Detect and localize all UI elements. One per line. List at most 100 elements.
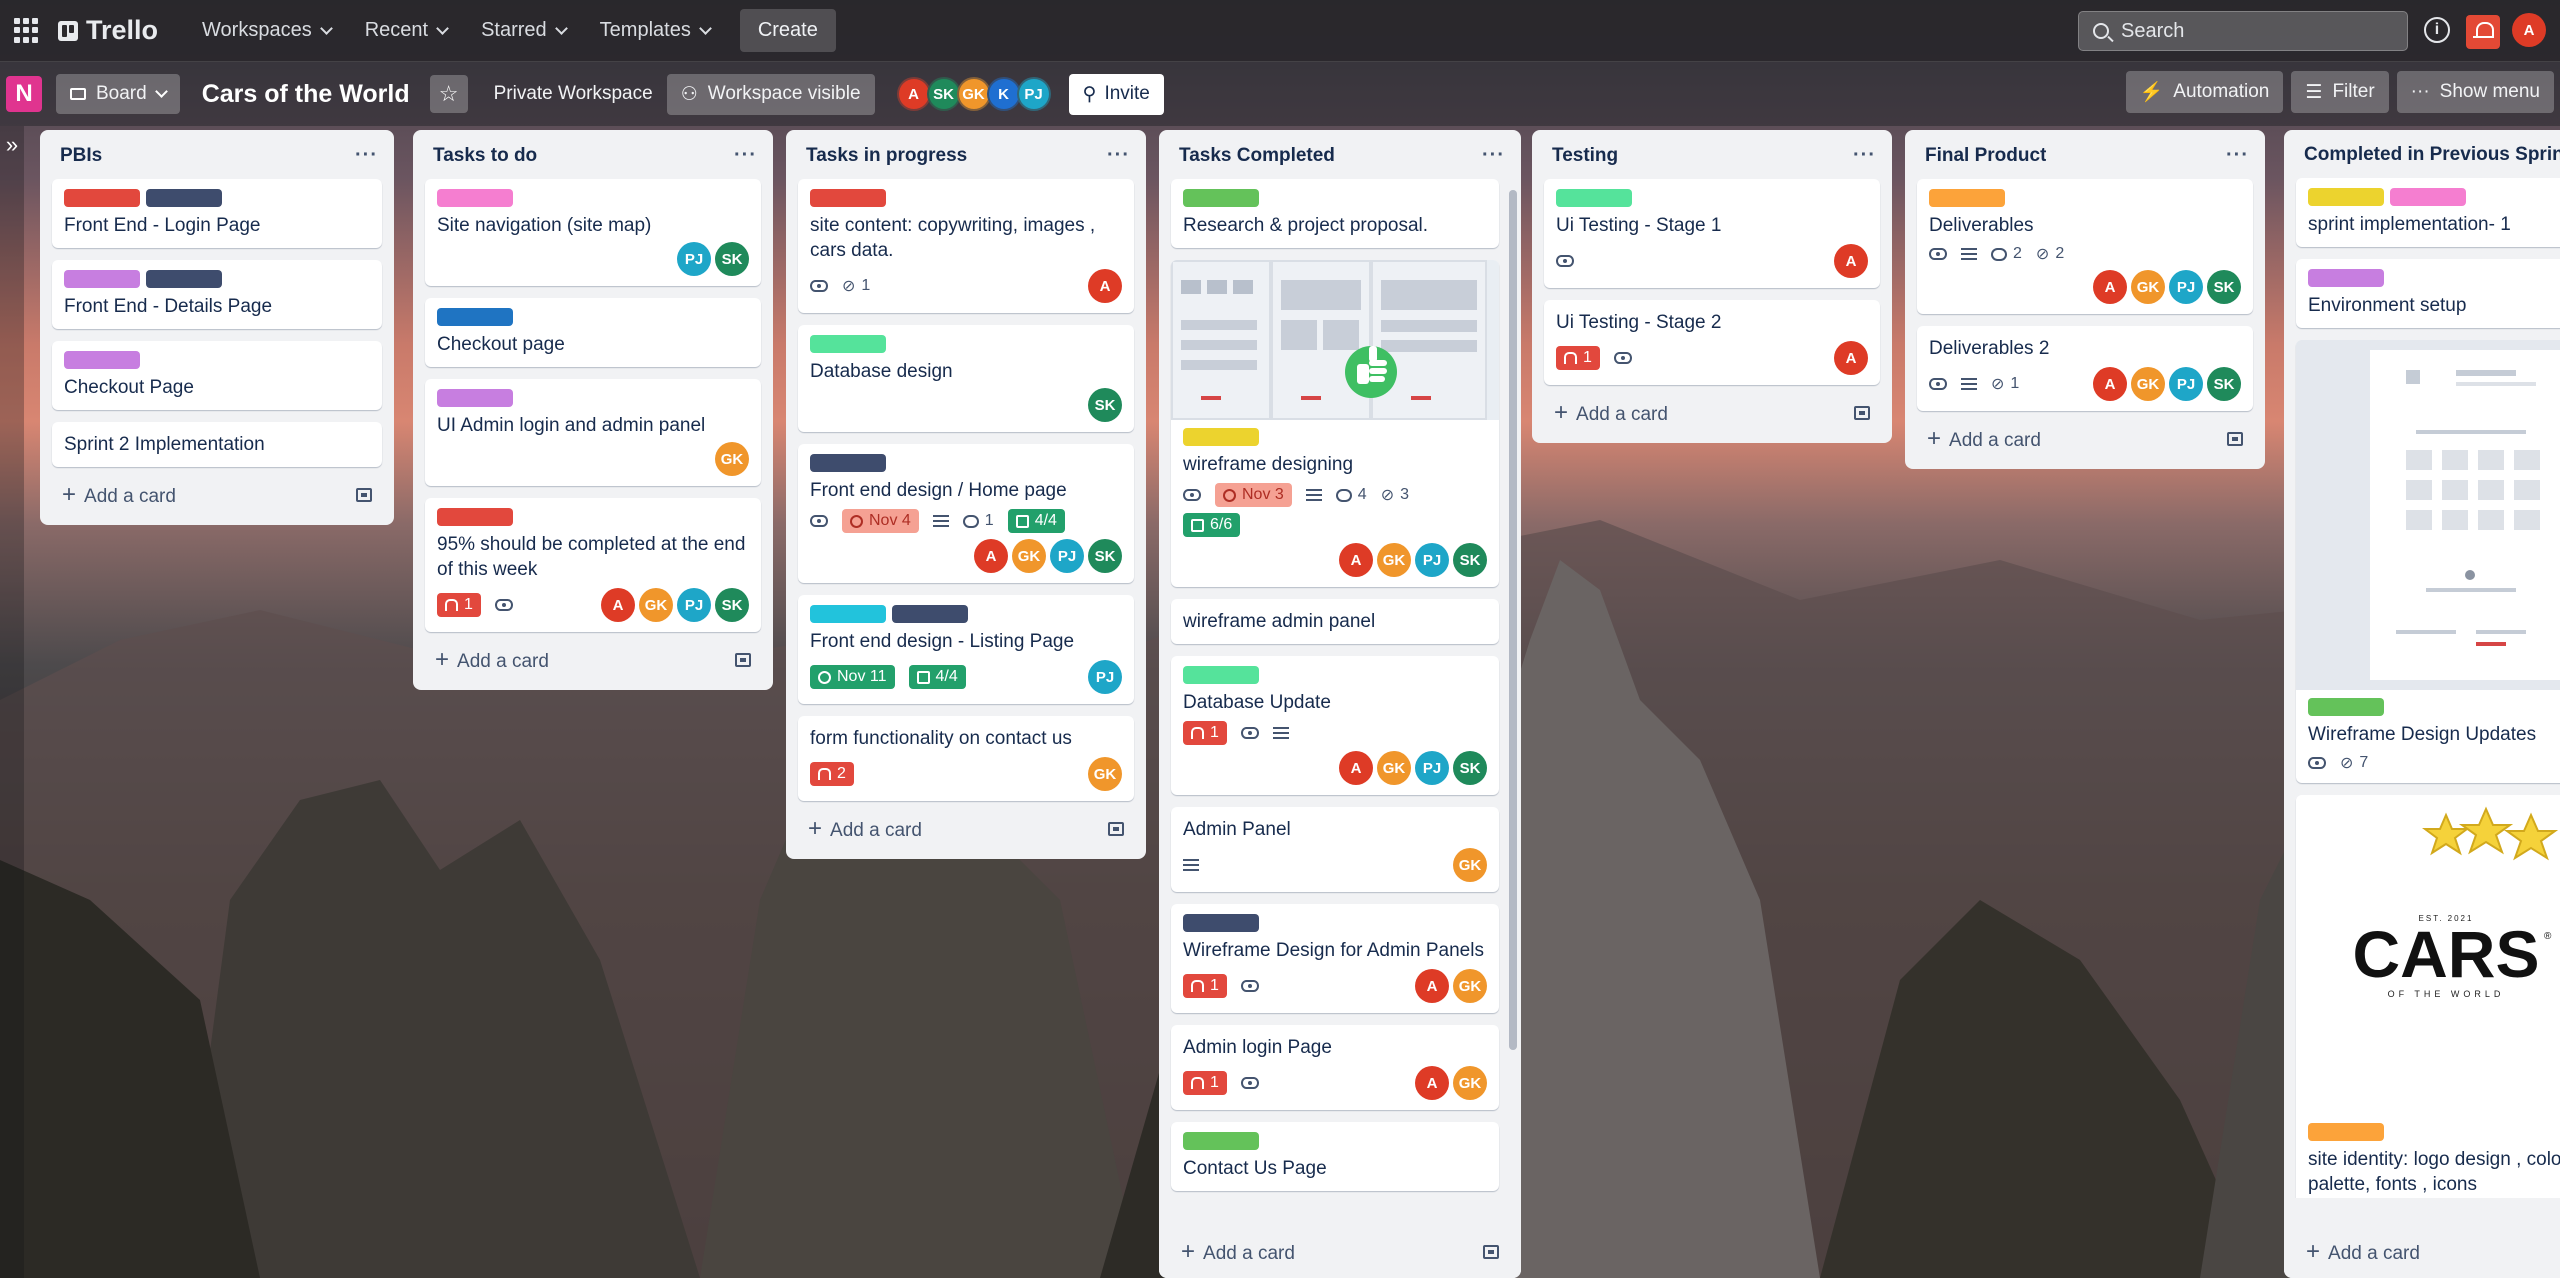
card-label[interactable] — [1183, 189, 1259, 207]
card-template-icon[interactable] — [1108, 822, 1124, 836]
member-avatar[interactable]: GK — [2131, 367, 2165, 401]
list-title[interactable]: Tasks in progress — [806, 145, 967, 167]
list-title[interactable]: PBIs — [60, 145, 102, 167]
card-label[interactable] — [810, 454, 886, 472]
list-menu-icon[interactable]: ··· — [355, 144, 378, 167]
card-label[interactable] — [1556, 189, 1632, 207]
card[interactable]: 95% should be completed at the end of th… — [425, 498, 761, 632]
card-template-icon[interactable] — [356, 488, 372, 502]
card-label[interactable] — [1183, 666, 1259, 684]
member-avatar[interactable]: PJ — [1415, 751, 1449, 785]
card[interactable]: Front end design - Listing Page Nov 11 4/… — [798, 595, 1134, 704]
card[interactable]: Deliverables 2 ⊘ 1 A GK PJ SK — [1917, 326, 2253, 411]
card-label[interactable] — [2308, 698, 2384, 716]
member-avatar[interactable]: A — [601, 588, 635, 622]
member-avatar[interactable]: GK — [715, 442, 749, 476]
list-menu-icon[interactable]: ··· — [1107, 144, 1130, 167]
card[interactable]: Research & project proposal. — [1171, 179, 1499, 248]
list-title[interactable]: Final Product — [1925, 145, 2046, 167]
card-label[interactable] — [1183, 1132, 1259, 1150]
member-avatar[interactable]: A — [974, 539, 1008, 573]
member-avatar[interactable]: A — [1339, 543, 1373, 577]
nav-templates-menu[interactable]: Templates — [586, 9, 724, 52]
board-view-switcher[interactable]: Board — [56, 74, 180, 114]
member-avatar[interactable]: PJ — [677, 242, 711, 276]
member-avatar[interactable]: PJ — [1050, 539, 1084, 573]
member-avatar[interactable]: A — [1415, 969, 1449, 1003]
member-avatar[interactable]: GK — [639, 588, 673, 622]
member-avatar[interactable]: A — [1415, 1066, 1449, 1100]
card[interactable]: Ui Testing - Stage 2 1 A — [1544, 300, 1880, 385]
card-label[interactable] — [437, 389, 513, 407]
filter-button[interactable]: ☰ Filter — [2291, 71, 2389, 113]
member-avatar[interactable]: SK — [926, 77, 961, 111]
card[interactable]: sprint implementation- 1 — [2296, 178, 2560, 247]
card-label[interactable] — [146, 270, 222, 288]
info-icon[interactable]: i — [2424, 17, 2450, 43]
card[interactable]: Deliverables 2 ⊘ 2 A GK PJ SK — [1917, 179, 2253, 314]
card[interactable]: Ui Testing - Stage 1 A — [1544, 179, 1880, 288]
automation-button[interactable]: ⚡ Automation — [2125, 71, 2284, 113]
card[interactable]: EST. 2021 CARS ® OF THE WORLD site ident… — [2296, 795, 2560, 1198]
member-avatar[interactable]: GK — [2131, 270, 2165, 304]
member-avatar[interactable]: SK — [715, 242, 749, 276]
member-avatar[interactable]: SK — [2207, 270, 2241, 304]
due-date-badge[interactable]: Nov 11 — [810, 665, 895, 689]
member-avatar[interactable]: PJ — [1088, 660, 1122, 694]
card[interactable]: Checkout Page — [52, 341, 382, 410]
member-avatar[interactable]: GK — [1453, 848, 1487, 882]
account-avatar[interactable]: A — [2512, 13, 2546, 47]
member-avatar[interactable]: GK — [1088, 757, 1122, 791]
member-avatar[interactable]: A — [1088, 269, 1122, 303]
member-avatar[interactable]: A — [2093, 270, 2127, 304]
card[interactable]: Database design SK — [798, 325, 1134, 432]
card-label[interactable] — [1929, 189, 2005, 207]
due-date-badge[interactable]: Nov 3 — [1215, 483, 1292, 507]
card[interactable]: Sprint 2 Implementation — [52, 422, 382, 467]
member-avatar[interactable]: PJ — [677, 588, 711, 622]
list-scrollbar[interactable] — [1509, 190, 1517, 1050]
card-label[interactable] — [146, 189, 222, 207]
card[interactable]: wireframe admin panel — [1171, 599, 1499, 644]
card-label[interactable] — [2308, 269, 2384, 287]
card-label[interactable] — [437, 189, 513, 207]
member-avatar[interactable]: K — [986, 77, 1021, 111]
member-avatar[interactable]: SK — [1453, 751, 1487, 785]
nav-recent-menu[interactable]: Recent — [351, 9, 461, 52]
member-avatar[interactable]: A — [2093, 367, 2127, 401]
card[interactable]: site content: copywriting, images , cars… — [798, 179, 1134, 313]
member-avatar[interactable]: PJ — [1016, 77, 1051, 111]
nav-workspaces-menu[interactable]: Workspaces — [188, 9, 345, 52]
card-label[interactable] — [1183, 914, 1259, 932]
member-avatar[interactable]: SK — [1453, 543, 1487, 577]
list-title[interactable]: Tasks to do — [433, 145, 537, 167]
card-label[interactable] — [810, 189, 886, 207]
workspace-button[interactable]: Private Workspace — [480, 74, 667, 114]
card[interactable]: Environment setup — [2296, 259, 2560, 328]
due-date-badge[interactable]: Nov 4 — [842, 509, 919, 533]
card[interactable]: Admin Panel GK — [1171, 807, 1499, 892]
list-title[interactable]: Testing — [1552, 145, 1618, 167]
create-button[interactable]: Create — [739, 9, 836, 52]
add-card-button[interactable]: + Add a card — [435, 646, 549, 674]
card-label[interactable] — [64, 351, 140, 369]
app-switcher-icon[interactable] — [14, 17, 40, 44]
card-label[interactable] — [437, 308, 513, 326]
member-avatar[interactable]: PJ — [2169, 367, 2203, 401]
member-avatar[interactable]: SK — [1088, 539, 1122, 573]
card-label[interactable] — [2390, 188, 2466, 206]
list-menu-icon[interactable]: ··· — [734, 144, 757, 167]
card[interactable]: Wireframe Design for Admin Panels 1 A GK — [1171, 904, 1499, 1013]
visibility-button[interactable]: ⚇ Workspace visible — [666, 73, 875, 115]
member-avatar[interactable]: A — [1834, 244, 1868, 278]
member-avatar[interactable]: PJ — [2169, 270, 2203, 304]
member-avatar[interactable]: GK — [1453, 1066, 1487, 1100]
add-card-button[interactable]: + Add a card — [1554, 399, 1668, 427]
card[interactable]: form functionality on contact us 2 GK — [798, 716, 1134, 801]
card[interactable]: Front End - Login Page — [52, 179, 382, 248]
card[interactable]: Front End - Details Page — [52, 260, 382, 329]
card[interactable]: UI Admin login and admin panel GK — [425, 379, 761, 486]
add-card-button[interactable]: + Add a card — [1927, 425, 2041, 453]
member-avatar[interactable]: A — [1834, 341, 1868, 375]
card-label[interactable] — [64, 189, 140, 207]
